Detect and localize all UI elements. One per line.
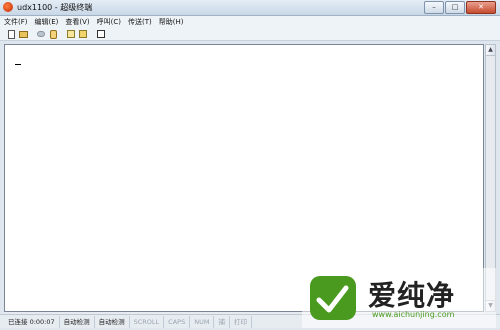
app-icon[interactable] [3, 2, 13, 12]
properties-button[interactable] [96, 29, 106, 39]
window-controls: – □ ✕ [424, 1, 496, 14]
disconnect-button[interactable] [36, 29, 46, 39]
properties-icon [97, 30, 105, 38]
receive-button[interactable] [78, 29, 88, 39]
menu-call[interactable]: 呼叫(C) [97, 16, 121, 28]
menu-edit[interactable]: 编辑(E) [35, 16, 59, 28]
new-button[interactable] [6, 29, 16, 39]
status-caps: CAPS [164, 315, 191, 328]
watermark: 爱纯净 www.aichunjing.com [302, 268, 496, 328]
send-icon [67, 30, 75, 38]
menu-help[interactable]: 帮助(H) [159, 16, 184, 28]
watermark-url: www.aichunjing.com [372, 310, 455, 319]
status-print: 打印 [230, 315, 252, 328]
dial-icon [49, 29, 57, 39]
receive-icon [79, 30, 87, 38]
disconnect-icon [37, 31, 45, 37]
status-scroll: SCROLL [130, 315, 165, 328]
minimize-button[interactable]: – [424, 1, 444, 14]
text-cursor [15, 64, 21, 65]
menu-file[interactable]: 文件(F) [4, 16, 28, 28]
status-connection: 已连接 0:00:07 [4, 315, 60, 328]
dial-button[interactable] [48, 29, 58, 39]
maximize-button[interactable]: □ [445, 1, 465, 14]
status-num: NUM [190, 315, 215, 328]
watermark-title: 爱纯净 [368, 279, 456, 312]
toolbar [0, 28, 500, 41]
window-title: udx1100 - 超级终端 [17, 3, 93, 12]
status-detect-1: 自动检测 [60, 315, 95, 328]
title-bar[interactable]: udx1100 - 超级终端 – □ ✕ [0, 0, 500, 16]
scroll-up-icon[interactable]: ▲ [486, 45, 495, 56]
menu-transfer[interactable]: 传送(T) [128, 16, 152, 28]
open-icon [18, 30, 28, 38]
status-detect-2: 自动检测 [95, 315, 130, 328]
new-icon [7, 29, 15, 39]
hyperterminal-window: udx1100 - 超级终端 – □ ✕ 文件(F) 编辑(E) 查看(V) 呼… [0, 0, 500, 330]
status-capture: 捕 [214, 315, 230, 328]
menu-view[interactable]: 查看(V) [65, 16, 89, 28]
watermark-logo-icon [310, 276, 356, 320]
send-button[interactable] [66, 29, 76, 39]
close-button[interactable]: ✕ [466, 1, 496, 14]
open-button[interactable] [18, 29, 28, 39]
menu-bar: 文件(F) 编辑(E) 查看(V) 呼叫(C) 传送(T) 帮助(H) [0, 16, 500, 28]
